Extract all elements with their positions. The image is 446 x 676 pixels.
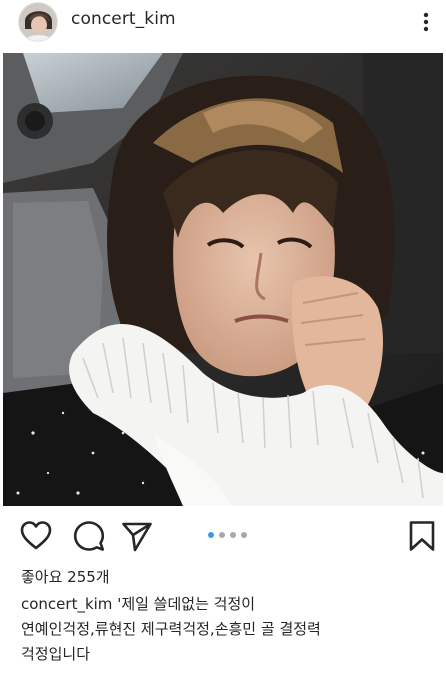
carousel-dot	[208, 532, 214, 538]
post-username[interactable]: concert_kim	[71, 9, 176, 29]
comment-icon[interactable]	[73, 520, 105, 552]
caption-text-line1: '제일 쓸데없는 걱정이	[112, 595, 256, 613]
more-vertical-icon[interactable]	[418, 11, 434, 33]
heart-icon[interactable]	[20, 520, 52, 552]
post-actions	[0, 506, 446, 566]
carousel-dot	[230, 532, 236, 538]
carousel-dot	[219, 532, 225, 538]
caption-text-line2: 연예인걱정,류현진 제구력걱정,손흥민 골 결정력	[21, 620, 321, 638]
caption-username[interactable]: concert_kim	[21, 595, 112, 613]
bookmark-icon[interactable]	[406, 520, 438, 552]
avatar[interactable]	[18, 2, 58, 42]
send-icon[interactable]	[121, 520, 153, 552]
avatar-image	[19, 3, 57, 41]
carousel-dot	[241, 532, 247, 538]
post-photo[interactable]	[3, 53, 443, 506]
post-caption: concert_kim '제일 쓸데없는 걱정이 연예인걱정,류현진 제구력걱정…	[21, 592, 426, 667]
caption-text-line3: 걱정입니다	[21, 645, 91, 663]
post-header: concert_kim	[0, 0, 446, 48]
post-photo-image	[3, 53, 443, 506]
like-count[interactable]: 좋아요 255개	[21, 566, 110, 587]
